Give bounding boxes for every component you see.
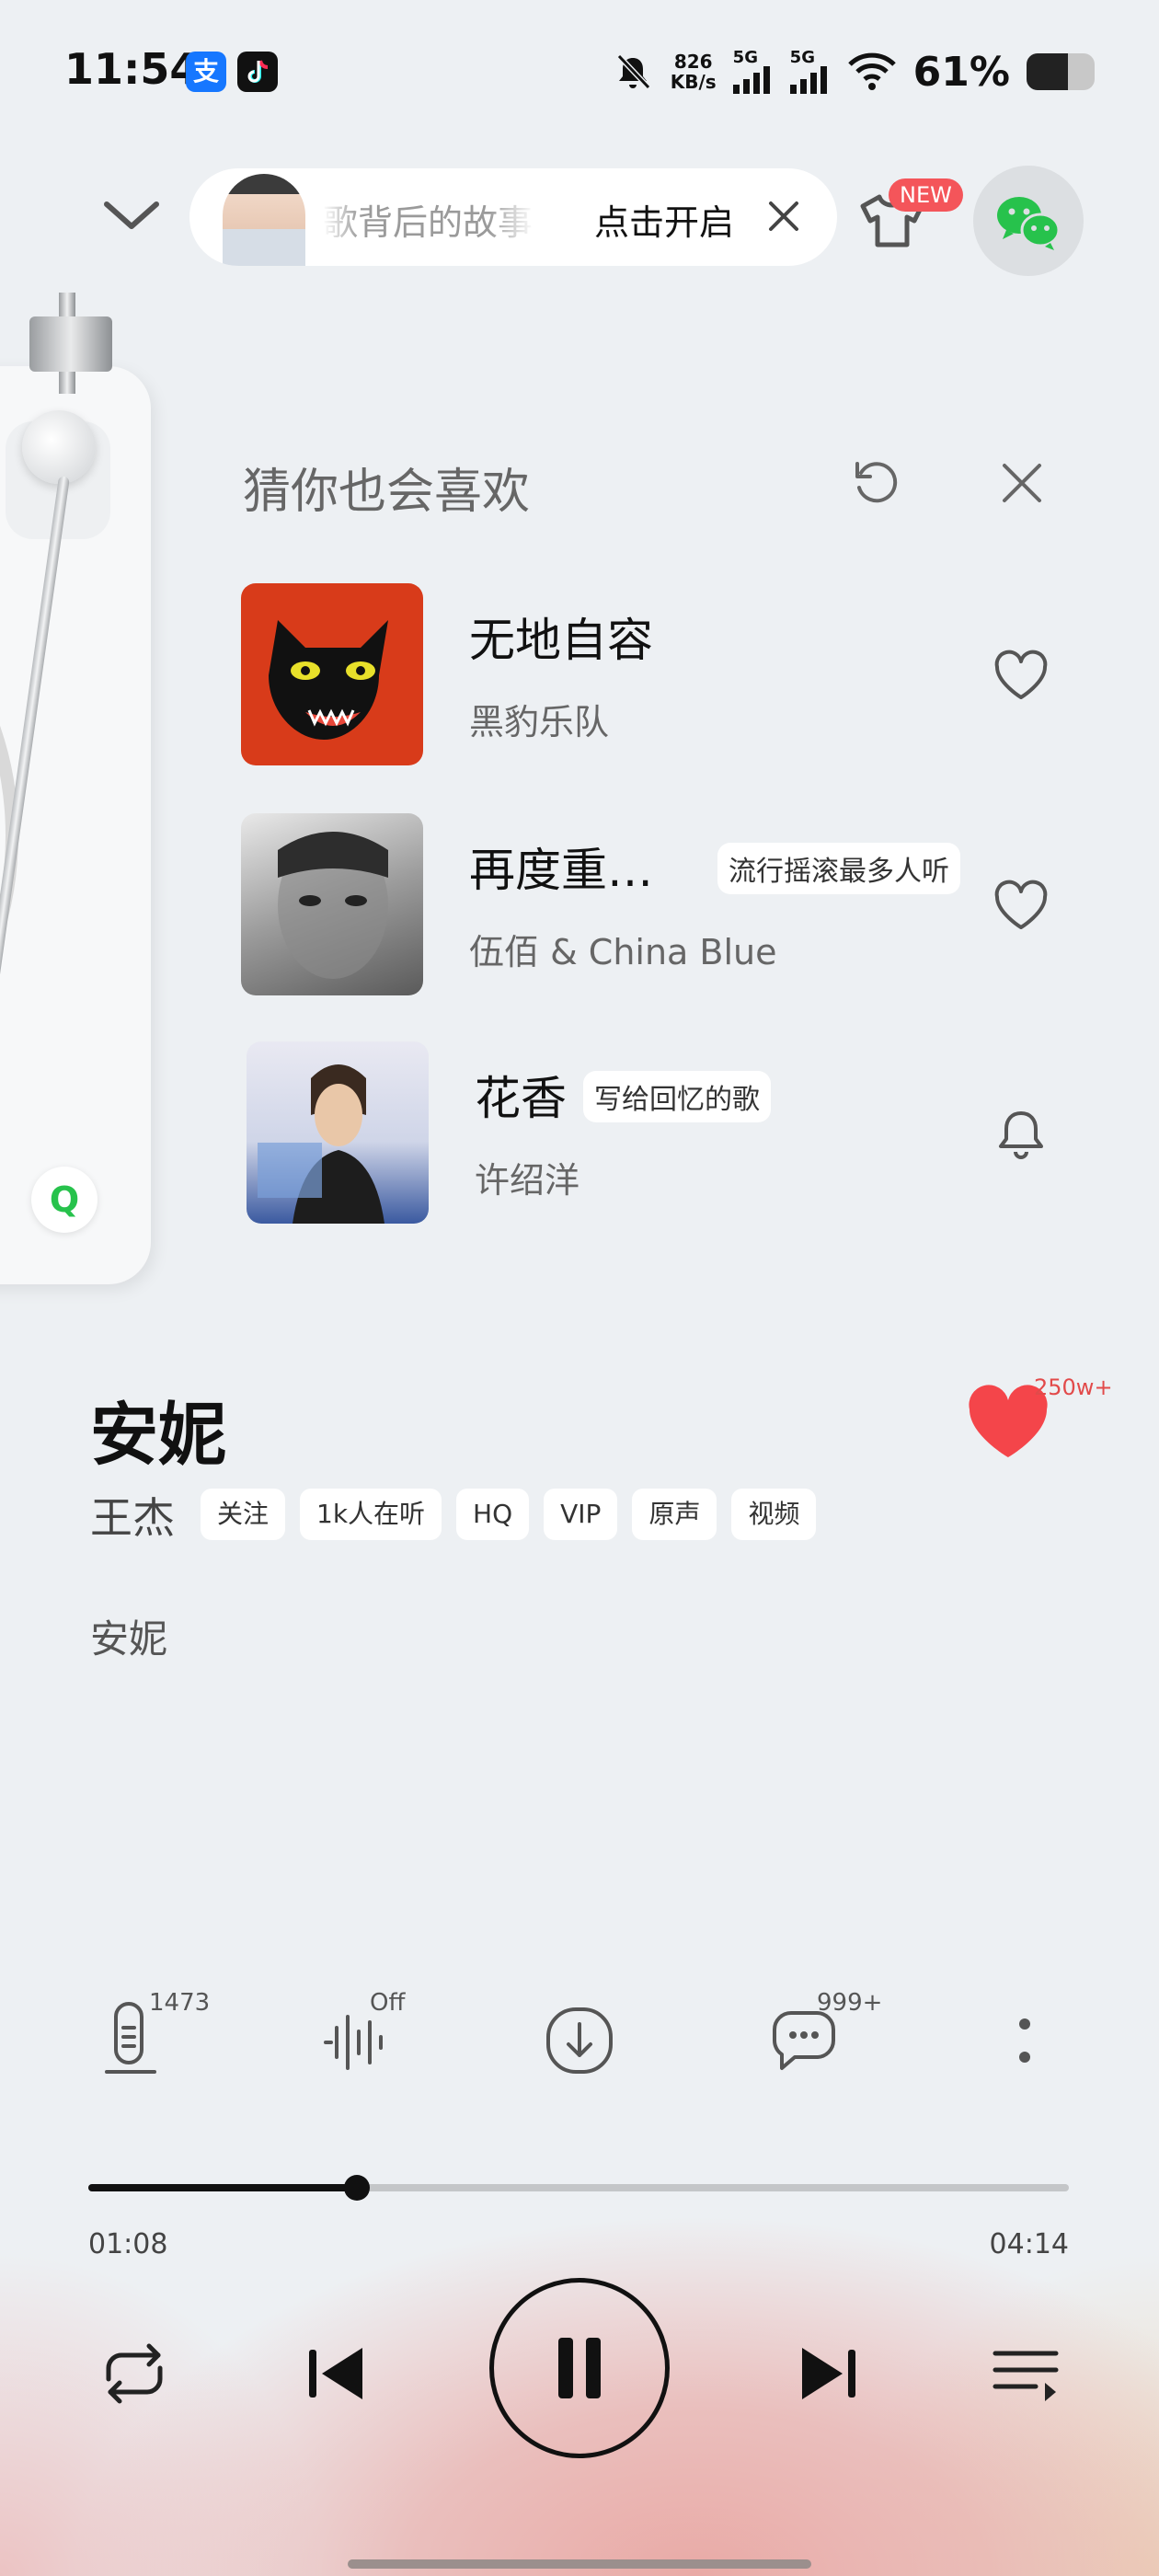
playlist-icon [993, 2351, 1059, 2401]
status-bar: 11:54 支 826 KB/s 5G 5G 61% [0, 0, 1159, 138]
lyric-line[interactable]: 安妮 [90, 1608, 167, 1664]
repeat-mode-button[interactable] [88, 2328, 180, 2420]
signal-2: 5G [789, 48, 831, 94]
like-button[interactable] [992, 648, 1050, 707]
album-cover [241, 583, 423, 765]
playlist-button[interactable] [981, 2328, 1073, 2420]
comment-count: 999+ [817, 1989, 883, 2017]
progress-fill [88, 2184, 358, 2191]
song-tag: 流行摇滚最多人听 [717, 843, 960, 894]
recommend-title: 猜你也会喜欢 [243, 465, 531, 520]
video-tag[interactable]: 视频 [731, 1489, 817, 1540]
refresh-icon [855, 462, 898, 503]
more-vertical-icon [1019, 2018, 1030, 2063]
chevron-down-icon [104, 201, 159, 229]
next-track-button[interactable] [782, 2328, 874, 2420]
previous-track-button[interactable] [291, 2328, 383, 2420]
alipay-notification-icon: 支 [186, 52, 226, 92]
close-icon [1003, 464, 1041, 502]
more-options-button[interactable] [981, 1996, 1069, 2085]
net-speed-unit: KB/s [670, 71, 717, 93]
repeat-icon [106, 2343, 163, 2404]
signal-bars-icon [732, 66, 770, 94]
wifi-icon [847, 52, 896, 90]
signal-1: 5G [732, 48, 774, 94]
recommend-item[interactable]: 无地自容 黑豹乐队 [241, 583, 1069, 767]
tonearm-counterweight [29, 316, 112, 372]
qq-music-logo-icon: Q [31, 1167, 98, 1233]
song-tags: 关注 1k人在听 HQ VIP 原声 视频 [201, 1489, 817, 1540]
banner-close-button[interactable] [765, 198, 802, 235]
recommend-refresh-button[interactable] [848, 454, 903, 510]
like-count: 250w+ [1034, 1374, 1113, 1400]
net-speed-value: 826 [673, 51, 713, 73]
progress-handle[interactable] [344, 2175, 371, 2201]
download-button[interactable] [535, 1996, 624, 2085]
tonearm-knob [22, 410, 96, 484]
play-pause-button[interactable] [489, 2278, 670, 2458]
tiktok-notification-icon [237, 52, 278, 92]
story-banner[interactable]: 歌背后的故事 点击开启 [189, 168, 837, 266]
panther-cover-art [269, 620, 388, 740]
now-playing-title: 安妮 [90, 1396, 226, 1475]
song-name: 无地自容 [469, 614, 653, 667]
subscribe-button[interactable] [992, 1106, 1050, 1165]
pause-icon [558, 2338, 601, 2398]
follow-tag[interactable]: 关注 [201, 1489, 286, 1540]
battery-icon [1027, 53, 1095, 90]
mute-bell-icon [616, 53, 650, 90]
recommend-item[interactable]: 花香 写给回忆的歌 许绍洋 [241, 1041, 1069, 1225]
song-name: 再度重… [469, 844, 653, 897]
progress-bar[interactable] [88, 2175, 1069, 2201]
close-icon [769, 201, 798, 231]
signal-1-label: 5G [732, 48, 758, 67]
song-artist: 许绍洋 [475, 1160, 580, 1201]
turntable-panel[interactable]: Q [0, 366, 151, 1284]
home-indicator[interactable] [348, 2559, 811, 2569]
listeners-tag[interactable]: 1k人在听 [300, 1489, 442, 1540]
song-tag: 写给回忆的歌 [583, 1071, 771, 1122]
song-artist: 伍佰 & China Blue [469, 932, 777, 972]
wechat-icon [997, 197, 1061, 250]
total-time: 04:14 [989, 2228, 1069, 2260]
status-time: 11:54 [64, 44, 200, 94]
recommend-close-button[interactable] [999, 460, 1045, 506]
heart-outline-icon [994, 880, 1048, 929]
status-indicators: 826 KB/s 5G 5G 61% [612, 44, 1095, 99]
like-button[interactable] [992, 878, 1050, 937]
signal-bars-icon [789, 66, 827, 94]
current-time: 01:08 [88, 2228, 168, 2260]
skip-previous-icon [309, 2348, 362, 2399]
lyrics-count: 1473 [149, 1989, 211, 2017]
portrait-cover-art [258, 1064, 384, 1224]
original-tag[interactable]: 原声 [632, 1489, 717, 1540]
vip-tag[interactable]: VIP [544, 1489, 618, 1540]
now-playing-artist[interactable]: 王杰 [90, 1485, 175, 1546]
bell-icon [999, 1111, 1043, 1159]
signal-2-label: 5G [789, 48, 815, 67]
recommend-item[interactable]: 再度重… 流行摇滚最多人听 伍佰 & China Blue [241, 813, 1069, 997]
collapse-chevron-button[interactable] [99, 190, 164, 245]
quality-tag[interactable]: HQ [456, 1489, 530, 1540]
banner-avatar [223, 174, 305, 266]
song-artist: 黑豹乐队 [469, 702, 610, 742]
heart-outline-icon [994, 650, 1048, 699]
download-icon [546, 2007, 613, 2074]
skip-next-icon [802, 2348, 855, 2399]
battery-fill [1027, 53, 1069, 90]
new-badge: NEW [889, 178, 963, 212]
banner-open-action[interactable]: 点击开启 [594, 194, 734, 245]
effect-state: Off [370, 1989, 406, 2017]
portrait-cover-art [278, 832, 388, 979]
album-cover [247, 1041, 429, 1224]
wechat-share-button[interactable] [973, 166, 1084, 276]
battery-percent: 61% [912, 48, 1010, 96]
song-name: 花香 [475, 1072, 567, 1125]
net-speed: 826 KB/s [671, 52, 717, 92]
album-cover [241, 813, 423, 995]
